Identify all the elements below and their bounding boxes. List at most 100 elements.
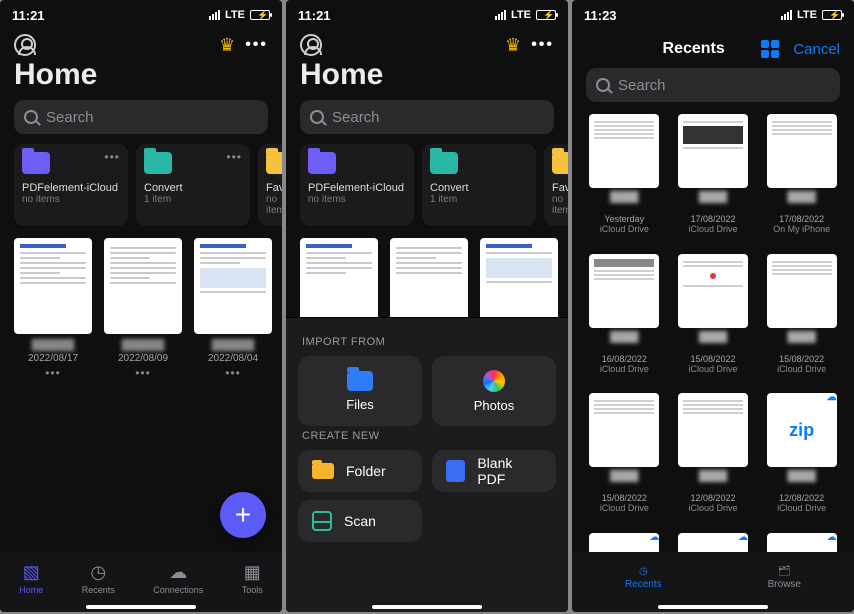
signal-icon	[495, 10, 506, 20]
document-item[interactable]: ██████ 2022/08/04 •••	[194, 238, 272, 380]
import-photos-button[interactable]: Photos	[432, 356, 556, 426]
add-button[interactable]: +	[220, 492, 266, 538]
file-date: 16/08/2022	[602, 354, 647, 364]
file-location: On My iPhone	[773, 224, 830, 234]
folder-more-icon[interactable]: •••	[104, 150, 120, 164]
tab-recents[interactable]: ◷Recents	[625, 566, 662, 590]
file-thumbnail	[589, 254, 659, 328]
folder-sub: no items	[266, 194, 282, 216]
more-icon[interactable]: •••	[531, 36, 554, 54]
zip-icon: zip	[767, 393, 837, 467]
scan-button[interactable]: Scan	[298, 500, 422, 542]
tab-browse[interactable]: 🗂Browse	[768, 566, 801, 590]
folder-favorites[interactable]: Favori no items	[544, 144, 568, 226]
file-item[interactable]: ████12/08/2022iCloud Drive	[671, 393, 756, 523]
create-folder-button[interactable]: Folder	[298, 450, 422, 492]
file-item[interactable]: ████15/08/2022iCloud Drive	[582, 393, 667, 523]
cloud-icon: ☁	[169, 562, 187, 583]
file-name: ████	[787, 192, 815, 214]
doc-more-icon[interactable]: •••	[194, 366, 272, 380]
crown-icon[interactable]: ♛	[505, 35, 521, 56]
profile-icon[interactable]	[300, 34, 322, 56]
tab-connections[interactable]: ☁Connections	[153, 562, 203, 595]
file-item[interactable]: ████17/08/2022iCloud Drive	[671, 114, 756, 244]
file-name: ████	[610, 471, 638, 493]
search-placeholder: Search	[618, 77, 666, 94]
doc-more-icon[interactable]: •••	[14, 366, 92, 380]
file-name: ████	[699, 471, 727, 493]
document-item[interactable]: ██████ 2022/08/17 •••	[14, 238, 92, 380]
search-input[interactable]: Search	[14, 100, 268, 134]
status-time: 11:23	[584, 8, 617, 23]
tab-label: Home	[19, 585, 43, 595]
folder-sub: no items	[308, 194, 406, 205]
scan-icon	[312, 511, 332, 531]
search-input[interactable]: Search	[586, 68, 840, 102]
header-bar: ♛ •••	[0, 30, 282, 56]
file-name: ████	[610, 332, 638, 354]
folder-convert[interactable]: Convert 1 item	[422, 144, 536, 226]
button-label: Folder	[346, 463, 386, 479]
status-right: LTE ⚡	[209, 9, 270, 21]
folder-icon	[430, 152, 458, 174]
clock-icon: ◷	[90, 562, 106, 583]
home-indicator[interactable]	[86, 605, 196, 609]
header-bar: ♛ •••	[286, 30, 568, 56]
document-item[interactable]: ██████ 2022/08/09 •••	[104, 238, 182, 380]
import-files-button[interactable]: Files	[298, 356, 422, 426]
file-item[interactable]: zip████12/08/2022iCloud Drive	[759, 393, 844, 523]
crown-icon[interactable]: ♛	[219, 35, 235, 56]
home-indicator[interactable]	[372, 605, 482, 609]
signal-icon	[781, 10, 792, 20]
folder-icon	[312, 463, 334, 479]
screen-home-sheet: 11:21 LTE ⚡ ♛ ••• Home Search PDFelement…	[286, 0, 568, 612]
doc-more-icon[interactable]: •••	[104, 366, 182, 380]
button-label: Photos	[474, 398, 514, 413]
folders-row: PDFelement-iCloud no items Convert 1 ite…	[286, 134, 568, 226]
file-date: 15/08/2022	[690, 354, 735, 364]
folder-name: Favori	[552, 182, 568, 194]
folder-convert[interactable]: ••• Convert 1 item	[136, 144, 250, 226]
more-icon[interactable]: •••	[245, 36, 268, 54]
tab-label: Browse	[768, 579, 801, 590]
create-blank-pdf-button[interactable]: Blank PDF	[432, 450, 556, 492]
network-label: LTE	[511, 9, 531, 21]
folder-sub: 1 item	[144, 194, 242, 205]
tab-tools[interactable]: ▦Tools	[242, 562, 263, 595]
view-grid-icon[interactable]	[761, 40, 779, 58]
doc-date: 2022/08/09	[104, 353, 182, 364]
file-item[interactable]: ████15/08/2022iCloud Drive	[759, 254, 844, 384]
file-thumbnail	[678, 254, 748, 328]
profile-icon[interactable]	[14, 34, 36, 56]
tab-recents[interactable]: ◷Recents	[82, 562, 115, 595]
file-item[interactable]: ████17/08/2022On My iPhone	[759, 114, 844, 244]
tab-home[interactable]: ▧ Home	[19, 562, 43, 595]
file-grid[interactable]: ████YesterdayiCloud Drive ████17/08/2022…	[572, 108, 854, 578]
create-label: CREATE NEW	[302, 430, 556, 442]
file-item[interactable]: ████15/08/2022iCloud Drive	[671, 254, 756, 384]
home-icon: ▧	[23, 562, 40, 583]
home-indicator[interactable]	[658, 605, 768, 609]
search-input[interactable]: Search	[300, 100, 554, 134]
file-item[interactable]: ████16/08/2022iCloud Drive	[582, 254, 667, 384]
folder-favorites[interactable]: Favori no items	[258, 144, 282, 226]
status-bar: 11:23 LTE ⚡	[572, 0, 854, 30]
screen-home: 11:21 LTE ⚡ ♛ ••• Home Search ••• PDFele…	[0, 0, 282, 612]
search-placeholder: Search	[332, 109, 380, 126]
status-bar: 11:21 LTE ⚡	[0, 0, 282, 30]
tab-label: Recents	[625, 579, 662, 590]
cancel-button[interactable]: Cancel	[793, 41, 840, 58]
signal-icon	[209, 10, 220, 20]
folder-more-icon[interactable]: •••	[226, 150, 242, 164]
folder-pdfelement[interactable]: ••• PDFelement-iCloud no items	[14, 144, 128, 226]
status-right: LTE ⚡	[495, 9, 556, 21]
folder-name: PDFelement-iCloud	[308, 182, 406, 194]
file-item[interactable]: ████YesterdayiCloud Drive	[582, 114, 667, 244]
folder-pdfelement[interactable]: PDFelement-iCloud no items	[300, 144, 414, 226]
file-date: Yesterday	[604, 214, 644, 224]
nav-bar: Recents Cancel	[572, 30, 854, 64]
file-location: iCloud Drive	[777, 503, 826, 513]
folder-icon	[552, 152, 568, 174]
search-placeholder: Search	[46, 109, 94, 126]
folder-sub: 1 item	[430, 194, 528, 205]
